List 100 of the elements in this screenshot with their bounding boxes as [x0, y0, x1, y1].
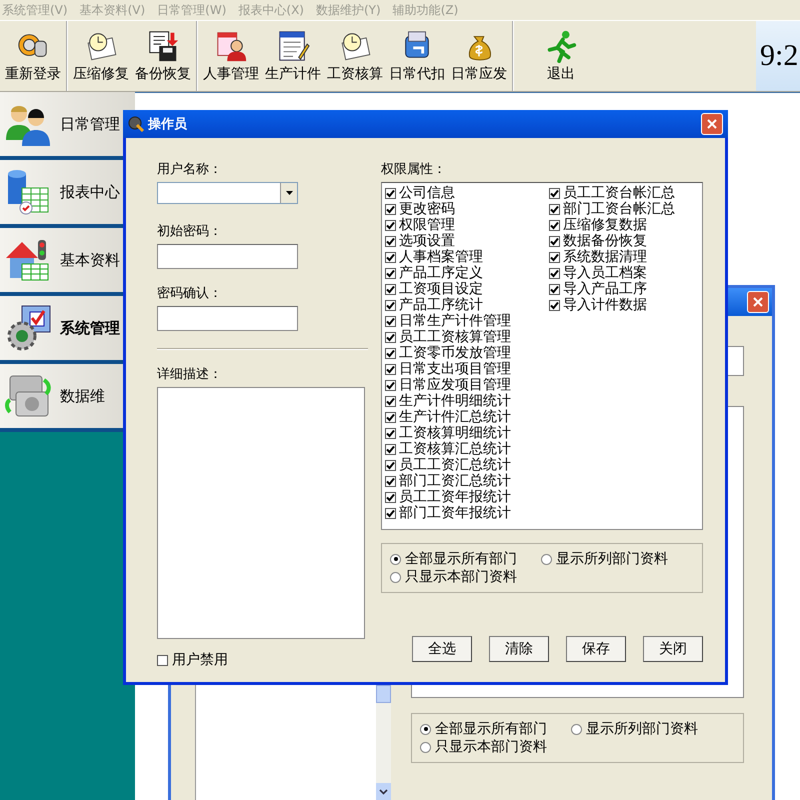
checkbox-option[interactable]: 工资核算汇总统计 — [385, 441, 535, 457]
checkbox-option[interactable]: 选项设置 — [385, 233, 535, 249]
checkbox-option[interactable]: 导入员工档案 — [549, 265, 699, 281]
toolbar-button[interactable]: 退出 — [516, 27, 606, 85]
checkbox[interactable] — [549, 188, 560, 198]
checkbox[interactable] — [385, 300, 396, 310]
toolbar-button[interactable]: 备份恢复 — [132, 27, 194, 85]
checkbox[interactable] — [549, 300, 560, 310]
caret-icon — [286, 191, 292, 195]
checkbox[interactable] — [385, 188, 396, 198]
password-field[interactable] — [157, 244, 298, 269]
checkbox-option[interactable]: 系统数据清理 — [549, 249, 699, 265]
checkbox-option[interactable]: 工资项目设定 — [385, 281, 535, 297]
checkbox-option[interactable]: 权限管理 — [385, 217, 535, 233]
radio-option[interactable]: 显示所列部门资料 — [541, 550, 668, 568]
checkbox-option[interactable]: 员工工资台帐汇总 — [549, 185, 699, 201]
checkbox[interactable] — [385, 460, 396, 470]
checkbox[interactable] — [385, 236, 396, 246]
radio-button[interactable] — [390, 572, 401, 582]
checkbox[interactable] — [385, 428, 396, 438]
radio-button[interactable] — [571, 724, 582, 734]
radio-button[interactable] — [420, 724, 431, 734]
clock-display: 9:2 — [756, 21, 800, 91]
checkbox-option[interactable]: 公司信息 — [385, 185, 535, 201]
checkbox[interactable] — [385, 268, 396, 278]
checkbox-option[interactable]: 用户禁用 — [157, 651, 368, 669]
toolbar-button[interactable]: 重新登录 — [2, 27, 64, 85]
checkbox-option[interactable]: 导入计件数据 — [549, 297, 699, 313]
toolbar-button[interactable]: 生产计件 — [262, 27, 324, 85]
checkbox-option[interactable]: 压缩修复数据 — [549, 217, 699, 233]
checkbox[interactable] — [385, 204, 396, 214]
checkbox[interactable] — [385, 348, 396, 358]
checkbox-option[interactable]: 部门工资汇总统计 — [385, 473, 535, 489]
toolbar-button[interactable]: 日常代扣 — [386, 27, 448, 85]
radio-option[interactable]: 只显示本部门资料 — [390, 568, 517, 586]
checkbox-option[interactable]: 日常支出项目管理 — [385, 361, 535, 377]
toolbar-button[interactable]: 压缩修复 — [70, 27, 132, 85]
user-name-dropdown[interactable] — [157, 182, 298, 204]
toolbar-button[interactable]: 人事管理 — [200, 27, 262, 85]
radio-option[interactable]: 显示所列部门资料 — [571, 720, 698, 738]
sidebar-item[interactable]: 日常管理 — [0, 92, 135, 160]
scroll-thumb[interactable] — [376, 685, 391, 703]
checkbox-option[interactable]: 员工工资年报统计 — [385, 489, 535, 505]
radio-option[interactable]: 全部显示所有部门 — [390, 550, 517, 568]
checkbox-option[interactable]: 工资零币发放管理 — [385, 345, 535, 361]
checkbox[interactable] — [385, 284, 396, 294]
dialog-button[interactable]: 全选 — [412, 636, 472, 662]
checkbox-option[interactable]: 产品工序定义 — [385, 265, 535, 281]
checkbox[interactable] — [385, 476, 396, 486]
checkbox[interactable] — [549, 268, 560, 278]
dialog-button[interactable]: 关闭 — [643, 636, 703, 662]
checkbox[interactable] — [549, 236, 560, 246]
checkbox-option[interactable]: 产品工序统计 — [385, 297, 535, 313]
field-label: 用户名称： — [157, 162, 223, 178]
checkbox[interactable] — [385, 444, 396, 454]
radio-option[interactable]: 全部显示所有部门 — [420, 720, 547, 738]
checkbox[interactable] — [385, 412, 396, 422]
checkbox[interactable] — [157, 654, 168, 666]
checkbox-option[interactable]: 生产计件汇总统计 — [385, 409, 535, 425]
radio-button[interactable] — [541, 554, 552, 564]
checkbox-option[interactable]: 员工工资汇总统计 — [385, 457, 535, 473]
toolbar-button[interactable]: 工资核算 — [324, 27, 386, 85]
checkbox-option[interactable]: 数据备份恢复 — [549, 233, 699, 249]
dialog-button[interactable]: 清除 — [489, 636, 549, 662]
checkbox[interactable] — [549, 252, 560, 262]
checkbox[interactable] — [385, 508, 396, 518]
checkbox[interactable] — [385, 380, 396, 390]
radio-button[interactable] — [420, 742, 431, 752]
checkbox[interactable] — [385, 396, 396, 406]
toolbar-button[interactable]: 日常应发 — [448, 27, 510, 85]
checkbox-option[interactable]: 导入产品工序 — [549, 281, 699, 297]
close-button[interactable] — [747, 291, 769, 313]
checkbox[interactable] — [385, 364, 396, 374]
checkbox-option[interactable]: 日常应发项目管理 — [385, 377, 535, 393]
field-label: 详细描述： — [157, 367, 223, 383]
radio-button[interactable] — [390, 554, 401, 564]
dialog-button[interactable]: 保存 — [566, 636, 626, 662]
checkbox-option[interactable]: 部门工资年报统计 — [385, 505, 535, 521]
checkbox[interactable] — [385, 220, 396, 230]
checkbox[interactable] — [385, 252, 396, 262]
checkbox[interactable] — [385, 332, 396, 342]
field-label: 密码确认： — [157, 286, 223, 302]
checkbox-option[interactable]: 人事档案管理 — [385, 249, 535, 265]
checkbox-option[interactable]: 生产计件明细统计 — [385, 393, 535, 409]
dialog-title: 操作员 — [148, 116, 187, 133]
checkbox[interactable] — [385, 316, 396, 326]
checkbox-option[interactable]: 员工工资核算管理 — [385, 329, 535, 345]
description-field[interactable] — [157, 387, 365, 639]
checkbox[interactable] — [385, 492, 396, 502]
radio-option[interactable]: 只显示本部门资料 — [420, 738, 547, 756]
checkbox[interactable] — [549, 204, 560, 214]
checkbox[interactable] — [549, 220, 560, 230]
checkbox[interactable] — [549, 284, 560, 294]
close-button[interactable] — [701, 113, 723, 135]
checkbox-option[interactable]: 更改密码 — [385, 201, 535, 217]
checkbox-option[interactable]: 部门工资台帐汇总 — [549, 201, 699, 217]
checkbox-option[interactable]: 日常生产计件管理 — [385, 313, 535, 329]
password-field[interactable] — [157, 306, 298, 331]
close-icon — [752, 296, 764, 308]
checkbox-option[interactable]: 工资核算明细统计 — [385, 425, 535, 441]
